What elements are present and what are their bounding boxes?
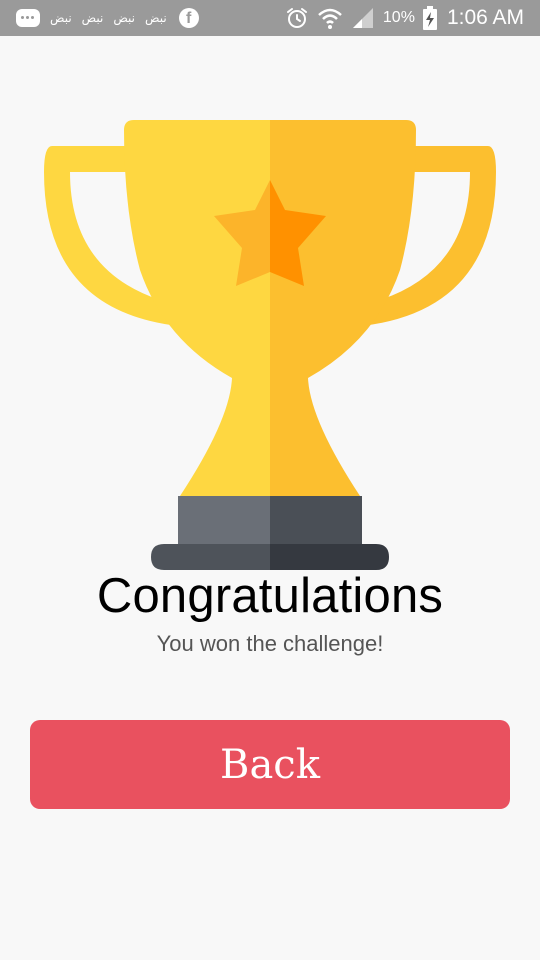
clock: 1:06 AM	[446, 6, 524, 29]
battery-percent: 10%	[382, 9, 415, 26]
status-bar-left: نبض نبض نبض نبض f	[16, 0, 199, 36]
trophy-plate-right	[270, 544, 389, 570]
chat-icon	[16, 9, 40, 27]
trophy-base-right	[270, 496, 362, 544]
trophy-icon	[44, 120, 496, 570]
notification-text: نبض	[50, 11, 72, 25]
notification-text: نبض	[113, 11, 136, 25]
status-bar: نبض نبض نبض نبض f 10% 1:06 AM	[0, 0, 540, 36]
page-title: Congratulations	[96, 569, 444, 623]
facebook-icon: f	[178, 8, 199, 28]
signal-icon	[352, 8, 373, 28]
notification-text: نبض	[81, 11, 104, 25]
alarm-icon	[286, 8, 307, 28]
subtitle: You won the challenge!	[156, 631, 384, 656]
trophy-base-left	[178, 496, 270, 544]
notification-text: نبض	[145, 11, 167, 25]
back-button[interactable]: Back	[30, 720, 510, 809]
status-bar-right: 10% 1:06 AM	[285, 0, 524, 36]
battery-charging-icon	[422, 6, 437, 30]
wifi-icon	[318, 8, 342, 29]
trophy-plate-left	[151, 544, 270, 570]
